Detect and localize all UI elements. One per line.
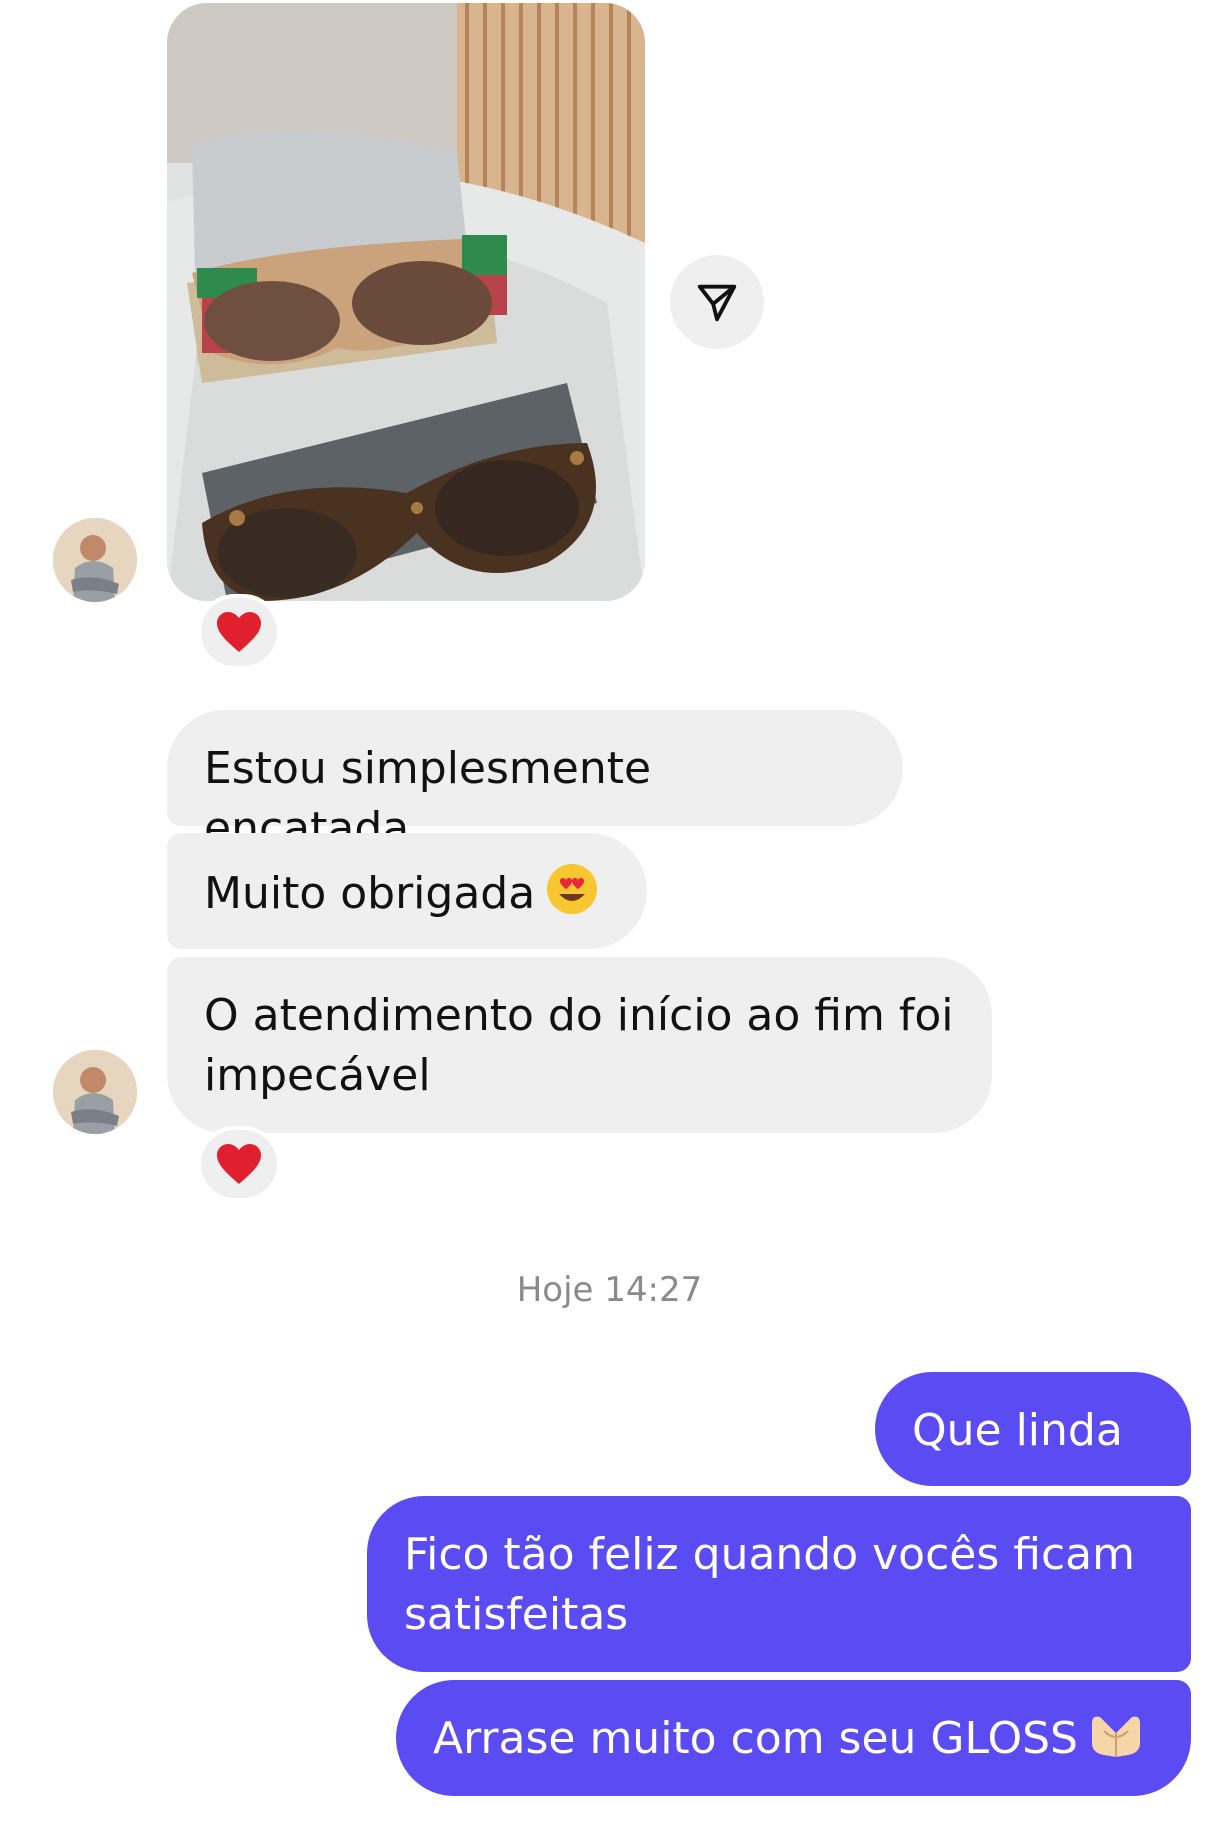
incoming-message[interactable]: Estou simplesmente encatada: [167, 710, 903, 854]
heart-reaction[interactable]: [197, 594, 281, 670]
message-text: Fico tão feliz quando vocês ficam satisf…: [404, 1529, 1136, 1640]
message-text: Arrase muito com seu GLOSS: [433, 1713, 1078, 1764]
photo-message[interactable]: [167, 3, 645, 601]
outgoing-message[interactable]: Que linda ..: [875, 1372, 1191, 1516]
paper-plane-icon: [697, 284, 737, 322]
avatar-image: [53, 518, 137, 602]
outgoing-message[interactable]: Arrase muito com seu GLOSS: [396, 1680, 1191, 1796]
incoming-message[interactable]: Muito obrigada: [167, 833, 647, 949]
heart-eyes-emoji-icon: [545, 862, 599, 932]
avatar-image: [53, 1050, 137, 1134]
heart-icon: [217, 612, 261, 652]
outgoing-message[interactable]: Fico tão feliz quando vocês ficam satisf…: [367, 1496, 1191, 1672]
heart-hands-emoji-icon: [1088, 1713, 1144, 1777]
message-timestamp: Hoje 14:27: [516, 1270, 703, 1310]
avatar[interactable]: [53, 518, 137, 602]
message-text: Muito obrigada: [204, 868, 536, 919]
sunglasses-photo: [167, 3, 645, 601]
heart-reaction[interactable]: [197, 1126, 281, 1202]
heart-icon: [217, 1144, 261, 1184]
message-text: O atendimento do início ao fim foi impec…: [204, 990, 954, 1101]
incoming-message[interactable]: O atendimento do início ao fim foi impec…: [167, 957, 992, 1133]
avatar[interactable]: [53, 1050, 137, 1134]
share-button[interactable]: [670, 255, 764, 349]
